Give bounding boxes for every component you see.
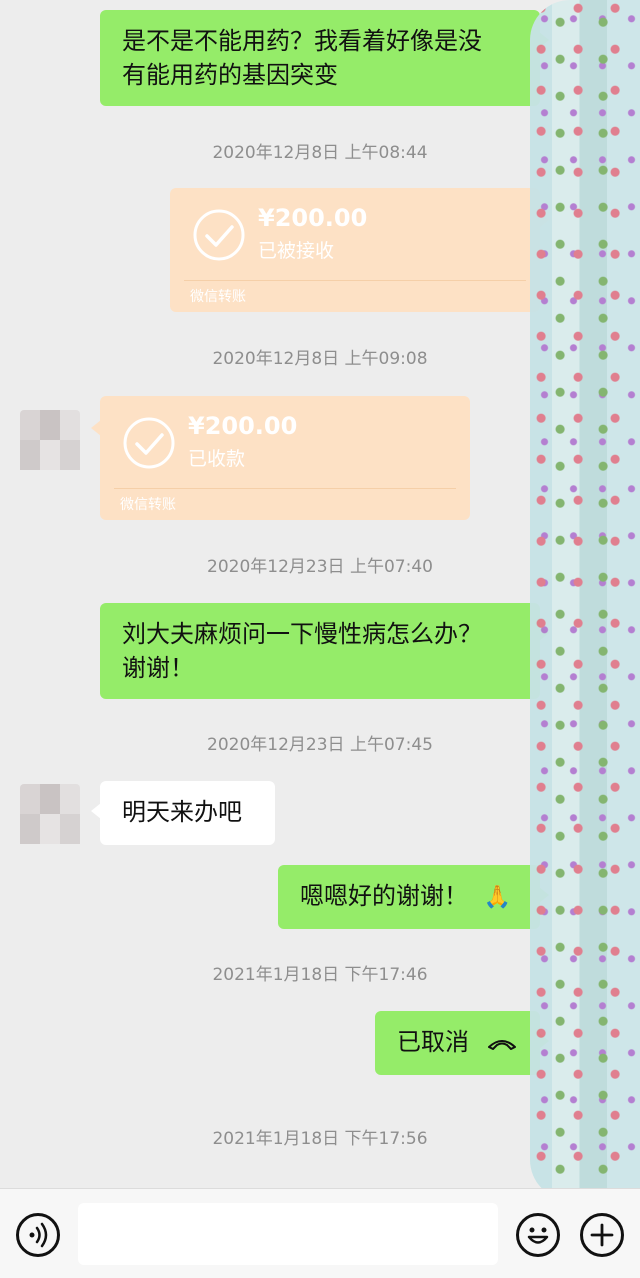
- transfer-card-sent[interactable]: ¥200.00 已被接收 微信转账: [170, 188, 549, 312]
- divider: [184, 280, 526, 281]
- call-cancelled-message[interactable]: 已取消: [375, 1011, 549, 1075]
- pixelated-overlay: [530, 0, 640, 1188]
- transfer-amount: ¥200.00: [258, 204, 368, 232]
- phone-hangup-icon: [488, 1040, 516, 1050]
- message-text: 已取消: [397, 1028, 469, 1056]
- avatar[interactable]: [20, 784, 80, 844]
- message-text-line: 刘大夫麻烦问一下慢性病怎么办？: [122, 620, 482, 648]
- transfer-amount: ¥200.00: [188, 412, 298, 440]
- sent-message[interactable]: 刘大夫麻烦问一下慢性病怎么办？ 谢谢！: [100, 603, 549, 699]
- avatar[interactable]: [20, 410, 80, 470]
- message-text-line: 有能用药的基因突变: [122, 61, 338, 89]
- sent-message[interactable]: 嗯嗯好的谢谢！ 🙏: [278, 865, 549, 929]
- transfer-kind-label: 微信转账: [190, 289, 246, 305]
- emoji-icon[interactable]: [516, 1213, 560, 1257]
- transfer-status: 已被接收: [258, 240, 335, 262]
- message-text-line: 是不是不能用药？我看着好像是没: [122, 27, 482, 55]
- chat-area: 是不是不能用药？我看着好像是没 有能用药的基因突变 2020年12月8日 上午0…: [0, 0, 640, 1188]
- message-text: 嗯嗯好的谢谢！: [300, 882, 468, 910]
- voice-icon[interactable]: [16, 1213, 60, 1257]
- divider: [114, 488, 456, 489]
- input-bar: [0, 1188, 640, 1278]
- sent-message[interactable]: 是不是不能用药？我看着好像是没 有能用药的基因突变: [100, 10, 549, 106]
- message-input[interactable]: [78, 1203, 498, 1265]
- message-text: 明天来办吧: [122, 798, 242, 826]
- check-circle-icon: [123, 417, 175, 469]
- plus-icon[interactable]: [580, 1213, 624, 1257]
- pray-emoji-icon: 🙏: [483, 885, 512, 910]
- transfer-kind-label: 微信转账: [120, 497, 176, 513]
- received-message[interactable]: 明天来办吧: [91, 781, 275, 845]
- transfer-status: 已收款: [188, 448, 246, 470]
- message-text-line: 谢谢！: [122, 654, 194, 682]
- transfer-card-received[interactable]: ¥200.00 已收款 微信转账: [91, 396, 470, 520]
- check-circle-icon: [193, 209, 245, 261]
